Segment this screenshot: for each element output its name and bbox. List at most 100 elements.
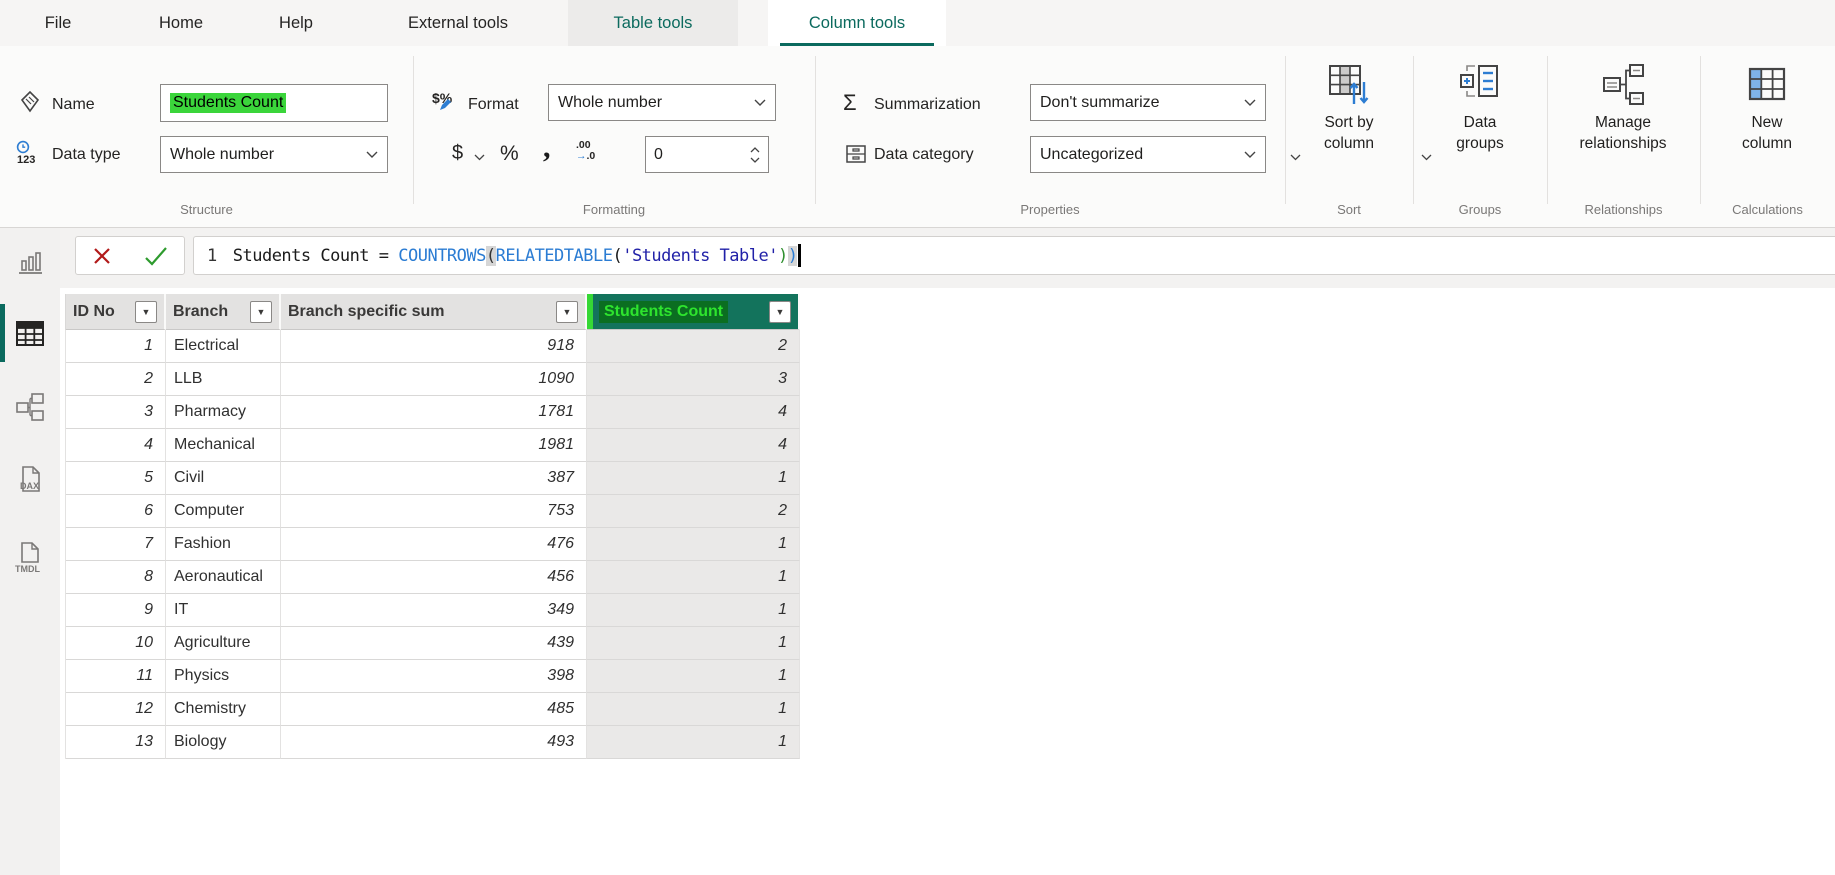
model-view-button[interactable] (0, 392, 60, 427)
data-groups-button[interactable]: Data groups (1418, 62, 1542, 165)
manage-relationships-button[interactable]: Manage relationships (1559, 62, 1687, 154)
cell-sum[interactable]: 1090 (281, 363, 587, 396)
cancel-formula-icon[interactable] (91, 245, 113, 267)
column-header-branch[interactable]: Branch ▼ (166, 294, 281, 330)
commit-formula-icon[interactable] (143, 245, 169, 267)
cell-count[interactable]: 3 (587, 363, 800, 396)
cell-count[interactable]: 1 (587, 462, 800, 495)
filter-dropdown-button[interactable]: ▼ (769, 301, 791, 323)
cell-branch[interactable]: Pharmacy (166, 396, 281, 429)
cell-count[interactable]: 4 (587, 396, 800, 429)
tab-external-tools[interactable]: External tools (408, 0, 508, 46)
cell-count[interactable]: 1 (587, 528, 800, 561)
model-view-icon (15, 392, 45, 422)
thousands-separator-button[interactable]: , (543, 138, 551, 158)
cell-id[interactable]: 12 (66, 693, 166, 726)
format-icon: $% (432, 90, 452, 106)
cell-sum[interactable]: 1981 (281, 429, 587, 462)
stepper-down-icon[interactable] (750, 157, 760, 163)
tab-table-tools[interactable]: Table tools (568, 0, 738, 46)
new-column-label-line2: column (1703, 133, 1831, 154)
decimal-places-stepper[interactable]: 0 (645, 136, 769, 173)
cell-id[interactable]: 6 (66, 495, 166, 528)
cell-count[interactable]: 1 (587, 594, 800, 627)
table-row: 8 Aeronautical 456 1 (65, 561, 800, 594)
cell-id[interactable]: 11 (66, 660, 166, 693)
svg-text:DAX: DAX (20, 481, 39, 491)
cell-sum[interactable]: 1781 (281, 396, 587, 429)
cell-branch[interactable]: Aeronautical (166, 561, 281, 594)
stepper-up-icon[interactable] (750, 147, 760, 153)
cell-id[interactable]: 9 (66, 594, 166, 627)
percent-format-button[interactable]: % (500, 142, 519, 166)
tab-help[interactable]: Help (279, 0, 313, 46)
cell-sum[interactable]: 439 (281, 627, 587, 660)
column-header-branch-specific-sum[interactable]: Branch specific sum ▼ (281, 294, 587, 330)
filter-dropdown-button[interactable]: ▼ (556, 301, 578, 323)
cell-sum[interactable]: 485 (281, 693, 587, 726)
new-column-button[interactable]: New column (1703, 62, 1831, 154)
cell-sum[interactable]: 476 (281, 528, 587, 561)
column-header-students-count[interactable]: Students Count ▼ (587, 294, 800, 330)
sort-by-column-button[interactable]: Sort by column (1287, 62, 1411, 165)
table-view-button[interactable] (0, 318, 60, 353)
cell-branch[interactable]: Mechanical (166, 429, 281, 462)
cell-sum[interactable]: 387 (281, 462, 587, 495)
cell-branch[interactable]: Agriculture (166, 627, 281, 660)
cell-count[interactable]: 4 (587, 429, 800, 462)
format-dropdown[interactable]: Whole number (548, 84, 776, 121)
cell-branch[interactable]: Chemistry (166, 693, 281, 726)
cell-sum[interactable]: 398 (281, 660, 587, 693)
cell-sum[interactable]: 493 (281, 726, 587, 759)
cell-count[interactable]: 1 (587, 693, 800, 726)
chevron-down-icon (1290, 154, 1301, 161)
tmdl-view-button[interactable]: TMDL (0, 540, 60, 581)
cell-count[interactable]: 1 (587, 561, 800, 594)
name-input[interactable]: Students Count (160, 84, 388, 122)
decimal-places-button[interactable]: .00 →.0 (576, 140, 595, 162)
cell-id[interactable]: 2 (66, 363, 166, 396)
cell-branch[interactable]: Physics (166, 660, 281, 693)
cell-count[interactable]: 1 (587, 660, 800, 693)
cell-id[interactable]: 1 (66, 330, 166, 363)
cell-branch[interactable]: Fashion (166, 528, 281, 561)
data-category-dropdown[interactable]: Uncategorized (1030, 136, 1266, 173)
table-row: 1 Electrical 918 2 (65, 330, 800, 363)
cell-count[interactable]: 1 (587, 726, 800, 759)
cell-branch[interactable]: IT (166, 594, 281, 627)
cell-sum[interactable]: 456 (281, 561, 587, 594)
cell-sum[interactable]: 349 (281, 594, 587, 627)
cell-id[interactable]: 13 (66, 726, 166, 759)
cell-id[interactable]: 4 (66, 429, 166, 462)
currency-format-button[interactable]: $ (452, 142, 463, 165)
cell-count[interactable]: 1 (587, 627, 800, 660)
filter-dropdown-button[interactable]: ▼ (250, 301, 272, 323)
currency-chevron-icon[interactable] (474, 154, 485, 161)
cell-sum[interactable]: 918 (281, 330, 587, 363)
data-type-dropdown[interactable]: Whole number (160, 136, 388, 173)
cell-branch[interactable]: Computer (166, 495, 281, 528)
report-view-button[interactable] (0, 248, 60, 283)
tab-column-tools[interactable]: Column tools (768, 0, 946, 46)
cell-branch[interactable]: Biology (166, 726, 281, 759)
cell-branch[interactable]: Civil (166, 462, 281, 495)
cell-count[interactable]: 2 (587, 330, 800, 363)
cell-id[interactable]: 8 (66, 561, 166, 594)
cell-branch[interactable]: Electrical (166, 330, 281, 363)
cell-sum[interactable]: 753 (281, 495, 587, 528)
cell-id[interactable]: 10 (66, 627, 166, 660)
filter-dropdown-button[interactable]: ▼ (135, 301, 157, 323)
dax-query-view-button[interactable]: DAX (0, 464, 60, 503)
tab-home[interactable]: Home (159, 0, 203, 46)
cell-id[interactable]: 3 (66, 396, 166, 429)
svg-text:123: 123 (17, 154, 35, 166)
cell-id[interactable]: 5 (66, 462, 166, 495)
dax-formula-input[interactable]: 1 Students Count = COUNTROWS(RELATEDTABL… (193, 236, 1835, 275)
data-groups-icon (1457, 62, 1503, 108)
summarization-dropdown[interactable]: Don't summarize (1030, 84, 1266, 121)
tab-file[interactable]: File (45, 0, 72, 46)
column-header-id-no[interactable]: ID No ▼ (66, 294, 166, 330)
cell-branch[interactable]: LLB (166, 363, 281, 396)
cell-id[interactable]: 7 (66, 528, 166, 561)
cell-count[interactable]: 2 (587, 495, 800, 528)
